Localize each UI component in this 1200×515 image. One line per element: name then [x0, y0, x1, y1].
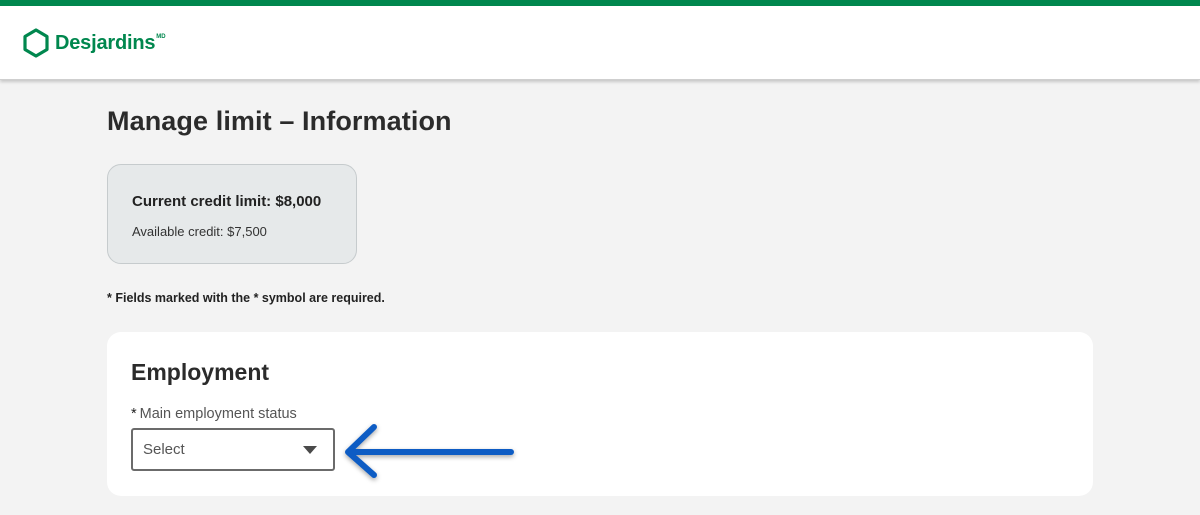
page-title: Manage limit – Information — [107, 106, 452, 136]
brand-name: Desjardins — [55, 31, 156, 54]
desjardins-logo[interactable]: Desjardins MD — [23, 28, 166, 58]
select-value: Select — [143, 441, 185, 458]
site-header: Desjardins MD — [0, 6, 1200, 80]
hexagon-logo-icon — [23, 28, 49, 58]
employment-status-select[interactable]: Select — [131, 428, 335, 471]
required-fields-note: * Fields marked with the * symbol are re… — [107, 291, 385, 305]
employment-section: Employment * Main employment status Selec… — [107, 332, 1093, 496]
credit-summary-card: Current credit limit: $8,000 Available c… — [107, 164, 357, 264]
available-credit: Available credit: $7,500 — [132, 224, 267, 239]
caret-down-icon — [303, 446, 317, 454]
employment-status-label: * Main employment status — [131, 406, 297, 422]
required-marker: * — [131, 406, 137, 422]
left-arrow-icon — [345, 424, 514, 478]
brand-trademark: MD — [156, 34, 166, 40]
section-title: Employment — [131, 359, 270, 385]
employment-status-label-text: Main employment status — [139, 406, 297, 422]
current-credit-limit: Current credit limit: $8,000 — [132, 193, 322, 210]
